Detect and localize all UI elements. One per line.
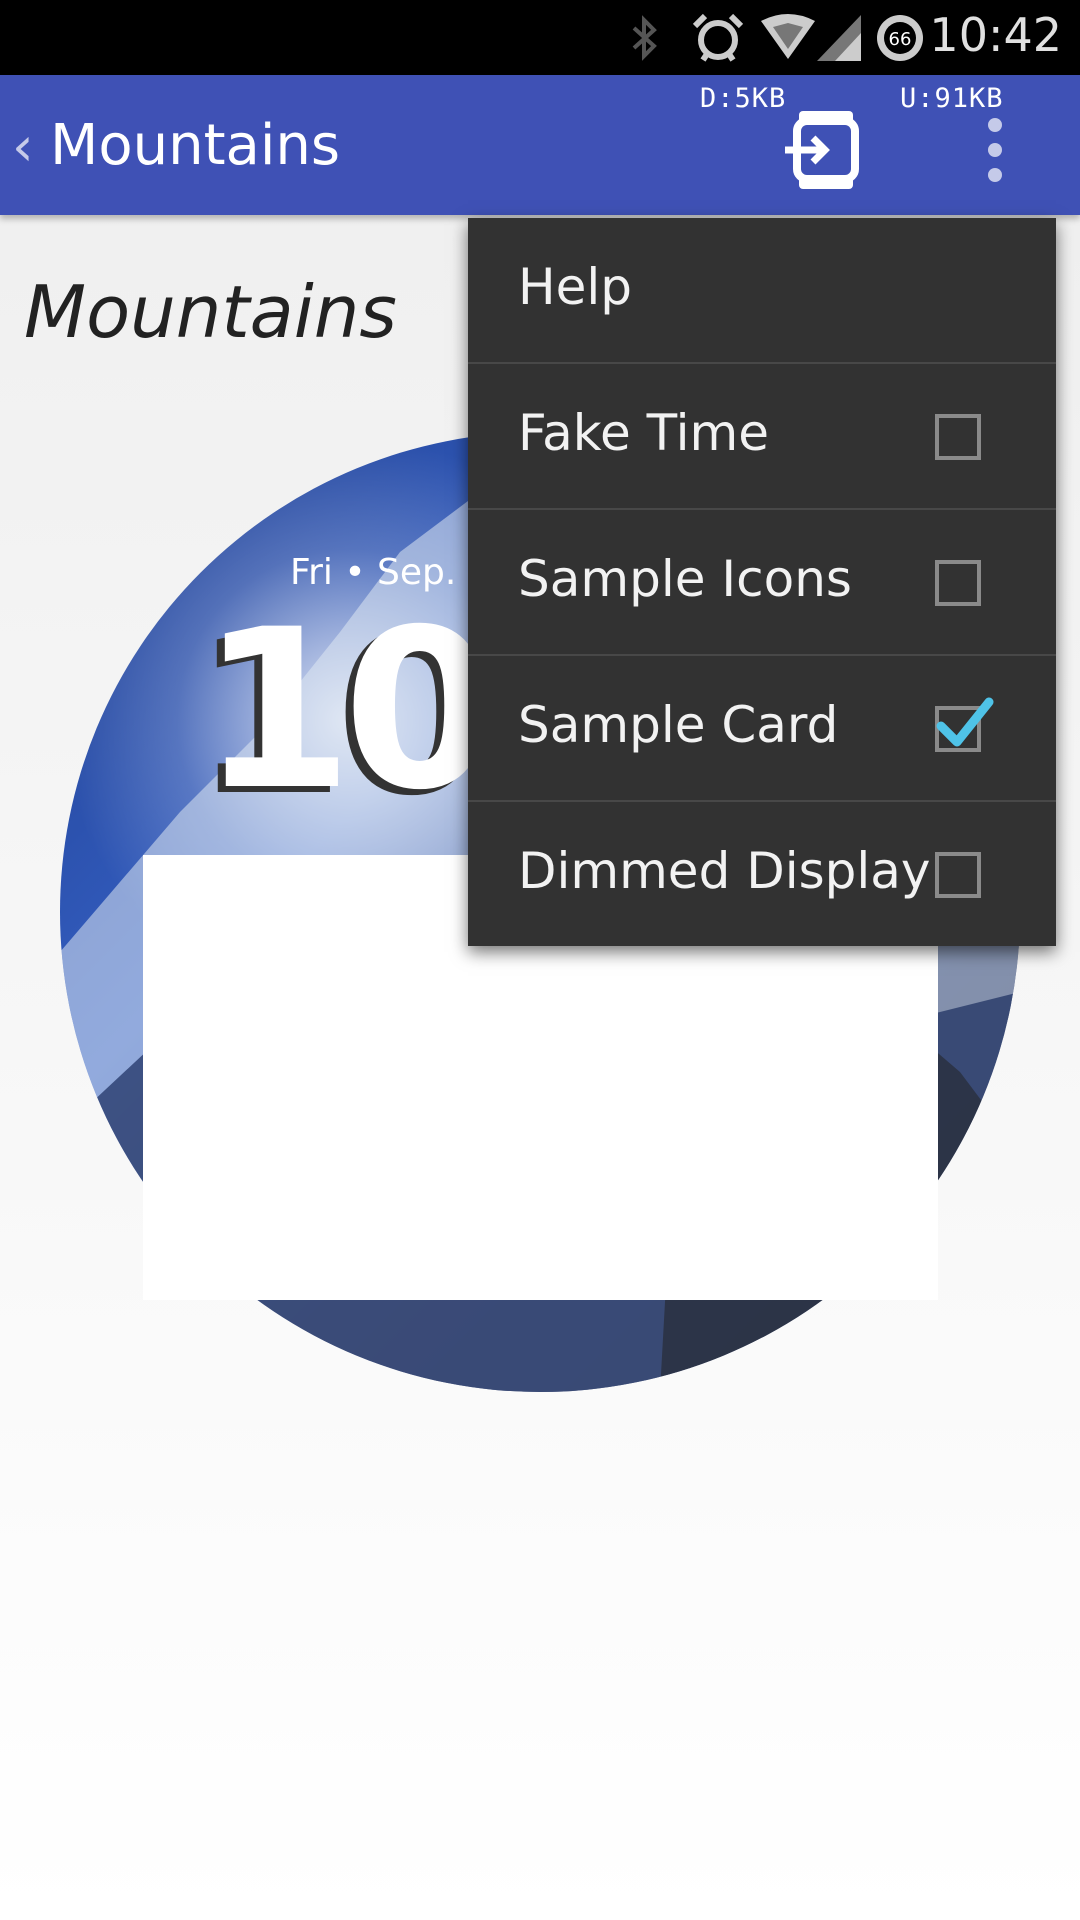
menu-item-label: Help <box>518 258 632 316</box>
bluetooth-icon <box>625 14 665 62</box>
watch-time: 10 <box>200 582 496 838</box>
menu-item-fake-time[interactable]: Fake Time <box>468 364 1056 510</box>
overflow-menu-button[interactable] <box>975 115 1015 185</box>
menu-item-help[interactable]: Help <box>468 218 1056 364</box>
sample-card-checkbox[interactable] <box>935 697 994 752</box>
menu-item-label: Sample Icons <box>518 550 852 608</box>
menu-item-sample-icons[interactable]: Sample Icons <box>468 510 1056 656</box>
signal-icon <box>814 14 864 62</box>
download-traffic: D:5KB <box>700 83 787 114</box>
alarm-icon <box>688 13 748 62</box>
menu-item-label: Sample Card <box>518 696 839 754</box>
dimmed-display-checkbox[interactable] <box>935 852 981 898</box>
back-chevron-icon[interactable]: ‹ <box>12 115 34 178</box>
status-time: 10:42 <box>929 8 1062 62</box>
battery-level: 66 <box>889 29 912 50</box>
face-name-title: Mountains <box>24 270 397 354</box>
wifi-icon <box>758 14 818 62</box>
watch-sync-icon <box>785 111 859 189</box>
menu-item-dimmed-display[interactable]: Dimmed Display <box>468 802 1056 948</box>
upload-traffic: U:91KB <box>900 83 1004 114</box>
app-bar-title[interactable]: Mountains <box>50 113 340 178</box>
battery-icon: 66 <box>874 14 926 62</box>
fake-time-checkbox[interactable] <box>935 414 981 460</box>
checkmark-icon <box>936 697 994 747</box>
sample-icons-checkbox[interactable] <box>935 560 981 606</box>
app-bar: ‹ Mountains D:5KB U:91KB <box>0 75 1080 215</box>
send-to-watch-button[interactable] <box>785 105 867 195</box>
menu-item-label: Fake Time <box>518 404 770 462</box>
menu-item-sample-card[interactable]: Sample Card <box>468 656 1056 802</box>
overflow-popup-menu: Help Fake Time Sample Icons Sample Card … <box>468 218 1056 946</box>
more-vert-icon <box>988 118 1002 182</box>
menu-item-label: Dimmed Display <box>518 842 931 900</box>
status-bar: 66 10:42 <box>0 0 1080 75</box>
